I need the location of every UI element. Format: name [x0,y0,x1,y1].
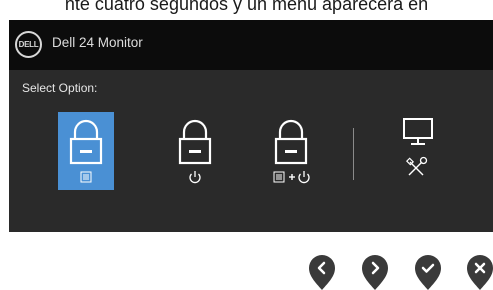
osd-header: DELL Dell 24 Monitor [9,20,493,70]
select-option-label: Select Option: [22,81,98,95]
lock-icon [69,119,103,183]
check-icon [415,255,441,290]
power-icon [189,171,201,184]
monitor-icon [403,118,433,176]
option-menu-lock[interactable] [58,112,114,190]
option-divider [353,128,354,180]
menu-icon [273,171,285,183]
osd-menu: DELL Dell 24 Monitor Select Option: [9,20,493,232]
dell-logo-text: DELL [18,40,39,49]
instruction-text: nte cuatro segundos y un menú aparecerá … [64,0,429,14]
lock-icon [178,119,212,184]
exit-button[interactable] [466,254,493,290]
left-button[interactable] [308,254,336,290]
plus-icon [289,174,295,180]
power-icon [298,171,310,184]
option-power-lock[interactable] [167,112,223,190]
right-chevron-icon [362,255,388,290]
option-diagnostics[interactable] [390,112,446,190]
option-menu-power-lock[interactable] [263,112,319,190]
confirm-button[interactable] [414,254,442,290]
monitor-model-title: Dell 24 Monitor [52,35,143,50]
left-chevron-icon [309,255,335,290]
tools-icon [405,156,428,176]
lock-icon [273,119,310,184]
right-button[interactable] [361,254,389,290]
menu-icon [80,171,92,183]
dell-logo: DELL [15,31,42,58]
close-icon [467,255,493,290]
